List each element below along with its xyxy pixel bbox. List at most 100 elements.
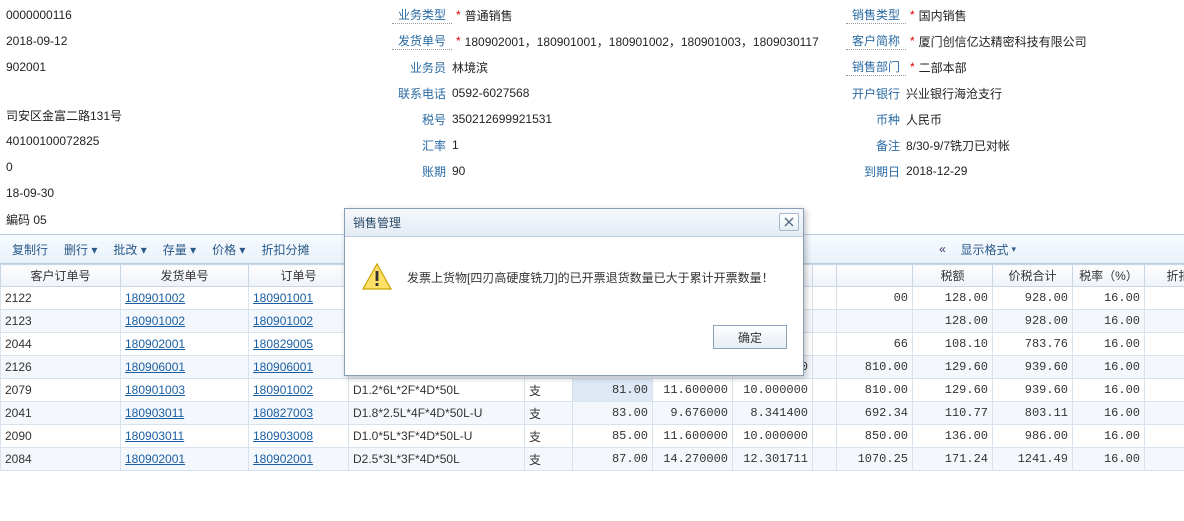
- lbl-dept: 销售部门: [846, 58, 906, 76]
- cell[interactable]: 180902001: [121, 333, 249, 356]
- cell[interactable]: 180901002: [249, 310, 349, 333]
- cell: 0.00: [1145, 448, 1184, 471]
- col-header-12[interactable]: 税率（%）: [1073, 265, 1145, 287]
- cell: 129.60: [913, 356, 993, 379]
- toolbar-btn-0[interactable]: 复制行: [4, 238, 56, 260]
- val-dept[interactable]: 二部本部: [919, 59, 967, 76]
- toolbar-btn-2[interactable]: 批改 ▾: [105, 238, 154, 260]
- cell: 16.00: [1073, 333, 1145, 356]
- cell: 0.00: [1145, 287, 1184, 310]
- cell: 0.00: [1145, 425, 1184, 448]
- cell: 2123: [1, 310, 121, 333]
- lbl-biz-type: 业务类型: [392, 6, 452, 24]
- cell[interactable]: 180906001: [121, 356, 249, 379]
- cell: 16.00: [1073, 310, 1145, 333]
- col-header-11[interactable]: 价税合计: [993, 265, 1073, 287]
- date-b: 18-09-30: [6, 186, 54, 200]
- val-ship-no[interactable]: 180902001，180901001，180901002，180901003，…: [465, 33, 819, 50]
- val-biz-type[interactable]: 普通销售: [465, 7, 513, 24]
- val-period: 90: [452, 164, 465, 178]
- cell: 2079: [1, 379, 121, 402]
- dialog-title: 销售管理: [353, 214, 401, 231]
- cell: 128.00: [913, 287, 993, 310]
- cell[interactable]: 180901001: [249, 287, 349, 310]
- toolbar-btn-1[interactable]: 删行 ▾: [56, 238, 105, 260]
- close-icon: [784, 217, 794, 227]
- col-header-2[interactable]: 订单号: [249, 265, 349, 287]
- col-header-9[interactable]: [837, 265, 913, 287]
- cell[interactable]: 180903011: [121, 425, 249, 448]
- toolbar-btn-5[interactable]: 折扣分摊: [253, 238, 317, 260]
- cell[interactable]: 180903008: [249, 425, 349, 448]
- cell: 171.24: [913, 448, 993, 471]
- cell: D1.2*6L*2F*4D*50L: [349, 379, 525, 402]
- cell: D2.5*3L*3F*4D*50L: [349, 448, 525, 471]
- col-header-1[interactable]: 发货单号: [121, 265, 249, 287]
- val-rate: 1: [452, 138, 459, 152]
- cell: [813, 425, 837, 448]
- address: 司安区金富二路131号: [6, 107, 122, 124]
- lbl-sale-type: 销售类型: [846, 6, 906, 24]
- cell: 14.270000: [653, 448, 733, 471]
- form-col-1: 0000000116 2018-09-12 902001 司安区金富二路131号…: [0, 0, 386, 234]
- chevron-left-icon[interactable]: «: [934, 241, 950, 257]
- cell: 928.00: [993, 310, 1073, 333]
- dialog-close-button[interactable]: [779, 213, 799, 231]
- cell: 2122: [1, 287, 121, 310]
- cell: D1.0*5L*3F*4D*50L-U: [349, 425, 525, 448]
- cell[interactable]: 180901002: [121, 310, 249, 333]
- col-header-10[interactable]: 税额: [913, 265, 993, 287]
- col-header-0[interactable]: 客户订单号: [1, 265, 121, 287]
- form-col-2: 业务类型*普通销售 发货单号*180902001，180901001，18090…: [386, 0, 840, 234]
- cell: 16.00: [1073, 356, 1145, 379]
- cell: 87.00: [573, 448, 653, 471]
- dialog-titlebar[interactable]: 销售管理: [345, 209, 803, 237]
- lbl-tax: 税号: [392, 111, 452, 128]
- display-format-button[interactable]: 显示格式 ▾: [952, 238, 1024, 260]
- cell: 66: [837, 333, 913, 356]
- table-row[interactable]: 2090180903011180903008D1.0*5L*3F*4D*50L-…: [1, 425, 1184, 448]
- cell[interactable]: 180901003: [121, 379, 249, 402]
- cell: 2084: [1, 448, 121, 471]
- cell[interactable]: 180901002: [249, 379, 349, 402]
- doc-date: 2018-09-12: [6, 34, 67, 48]
- table-row[interactable]: 2084180902001180902001D2.5*3L*3F*4D*50L支…: [1, 448, 1184, 471]
- table-row[interactable]: 2041180903011180827003D1.8*2.5L*4F*4D*50…: [1, 402, 1184, 425]
- cell: 16.00: [1073, 287, 1145, 310]
- cell: 支: [525, 402, 573, 425]
- cell[interactable]: 180827003: [249, 402, 349, 425]
- cell: 81.00: [573, 379, 653, 402]
- val-cust[interactable]: 厦门创信亿达精密科技有限公司: [919, 33, 1087, 50]
- lbl-memo: 备注: [846, 137, 906, 154]
- cell: 8.341400: [733, 402, 813, 425]
- cell[interactable]: 180906001: [249, 356, 349, 379]
- dialog-ok-button[interactable]: 确定: [713, 325, 787, 349]
- cell: [813, 287, 837, 310]
- lbl-rate: 汇率: [392, 137, 452, 154]
- cell: 16.00: [1073, 448, 1145, 471]
- cell[interactable]: 180902001: [121, 448, 249, 471]
- cell: 2126: [1, 356, 121, 379]
- toolbar-btn-4[interactable]: 价格 ▾: [204, 238, 253, 260]
- cell[interactable]: 180903011: [121, 402, 249, 425]
- val-sales: 林境滨: [452, 59, 488, 76]
- table-row[interactable]: 2079180901003180901002D1.2*6L*2F*4D*50L支…: [1, 379, 1184, 402]
- cell: 692.34: [837, 402, 913, 425]
- col-header-8[interactable]: [813, 265, 837, 287]
- cell: 0.00: [1145, 379, 1184, 402]
- cell: 16.00: [1073, 379, 1145, 402]
- col-header-13[interactable]: 折扣额: [1145, 265, 1184, 287]
- cell: 16.00: [1073, 425, 1145, 448]
- cell: 129.60: [913, 379, 993, 402]
- cell: 0.00: [1145, 402, 1184, 425]
- cell: 10.000000: [733, 379, 813, 402]
- cell: 810.00: [837, 356, 913, 379]
- toolbar-btn-3[interactable]: 存量 ▾: [155, 238, 204, 260]
- warning-icon: [361, 261, 393, 293]
- cell[interactable]: 180901002: [121, 287, 249, 310]
- cell[interactable]: 180902001: [249, 448, 349, 471]
- lbl-bank: 开户银行: [846, 85, 906, 102]
- cell: 0.00: [1145, 310, 1184, 333]
- val-sale-type[interactable]: 国内销售: [919, 7, 967, 24]
- cell[interactable]: 180829005: [249, 333, 349, 356]
